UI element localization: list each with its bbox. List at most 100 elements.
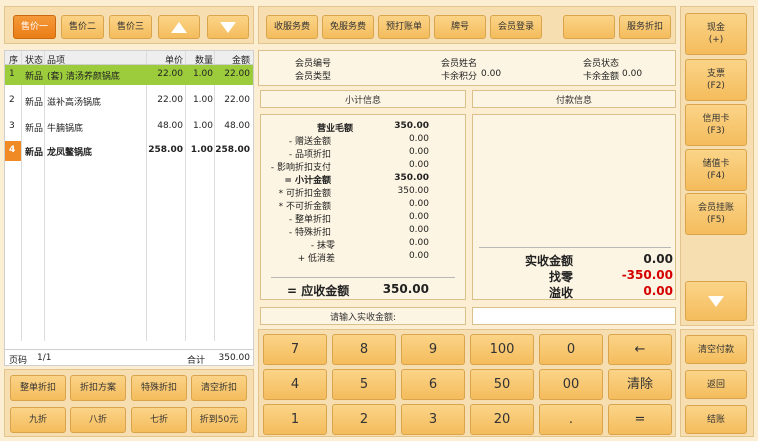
- page-label: 页码: [9, 356, 28, 366]
- change-value: -350.00: [621, 268, 673, 282]
- subtotal-row-label: - 抹零: [310, 241, 335, 251]
- member-id-label: 会员编号: [295, 59, 332, 69]
- subtotal-row-value: 350.00: [397, 186, 430, 196]
- key-6[interactable]: 6: [401, 369, 465, 400]
- order-table-footer: 页码 1/1 合计 350.00: [5, 349, 253, 366]
- waive-service-fee-button[interactable]: 免服务费: [322, 15, 374, 39]
- subtotal-row-value: 0.00: [408, 199, 429, 209]
- subtotal-row-value: 350.00: [394, 173, 429, 183]
- key-2[interactable]: 2: [332, 404, 396, 435]
- payment-scroll-down-button[interactable]: [685, 281, 747, 321]
- down-arrow-icon: [220, 21, 236, 33]
- discount-70-button[interactable]: 七折: [131, 407, 187, 433]
- special-discount-button[interactable]: 特殊折扣: [131, 375, 187, 401]
- preprint-bill-button[interactable]: 预打账单: [378, 15, 430, 39]
- checkout-button[interactable]: 结账: [685, 405, 747, 434]
- key-50[interactable]: 50: [470, 369, 534, 400]
- subtotal-row-label: - 整单折扣: [288, 215, 331, 225]
- discount-90-button[interactable]: 九折: [10, 407, 66, 433]
- subtotal-title: 小计信息: [260, 90, 466, 108]
- paid-amount-input[interactable]: [472, 307, 676, 325]
- total-label: 合计: [187, 356, 206, 366]
- member-credit-button[interactable]: 会员挂账 (F5): [685, 193, 747, 235]
- subtotal-row-value: 0.00: [408, 225, 429, 235]
- discount-80-button[interactable]: 八折: [70, 407, 126, 433]
- key-20[interactable]: 20: [470, 404, 534, 435]
- total-value: 350.00: [218, 353, 251, 363]
- divider: [479, 247, 671, 248]
- backspace-key[interactable]: ←: [608, 334, 672, 365]
- subtotal-row-value: 0.00: [408, 212, 429, 222]
- key-9[interactable]: 9: [401, 334, 465, 365]
- subtotal-row-value: 0.00: [408, 134, 429, 144]
- points-value: 0.00: [481, 69, 502, 79]
- overpay-value: 0.00: [643, 284, 673, 298]
- tag-number-button[interactable]: 牌号: [434, 15, 486, 39]
- table-row[interactable]: 1 新品 (套) 清汤养颜锅底 22.00 1.00 22.00: [5, 65, 253, 85]
- decimal-key[interactable]: .: [539, 404, 603, 435]
- table-row[interactable]: 4 新品 龙凤鳖锅底 258.00 1.00 258.00: [5, 141, 253, 161]
- key-8[interactable]: 8: [332, 334, 396, 365]
- points-label: 卡余积分: [441, 72, 478, 82]
- key-4[interactable]: 4: [263, 369, 327, 400]
- subtotal-row-label: - 品项折扣: [288, 150, 331, 160]
- subtotal-row-label: - 影响折扣支付: [270, 163, 331, 173]
- order-table: 序 状态 品项 单价 数量 金额 1 新品 (套) 清汤养颜锅底 22.00 1…: [4, 50, 254, 366]
- member-info-panel: 会员编号 会员类型 会员姓名 卡余积分 0.00 会员状态 卡余金额 0.00: [258, 50, 676, 86]
- page-number: 1/1: [37, 353, 52, 363]
- change-label: 找零: [548, 270, 573, 284]
- service-discount-button[interactable]: 服务折扣: [619, 15, 671, 39]
- whole-order-discount-button[interactable]: 整单折扣: [10, 375, 66, 401]
- paid-value: 0.00: [643, 252, 673, 266]
- subtotal-row-value: 0.00: [408, 147, 429, 157]
- blank-action-button[interactable]: [563, 15, 615, 39]
- subtotal-row-label: - 赠送金额: [288, 137, 331, 147]
- balance-value: 0.00: [622, 69, 643, 79]
- subtotal-row-label: * 可折扣金额: [278, 189, 331, 199]
- price-tab-2[interactable]: 售价二: [61, 15, 104, 39]
- equals-key[interactable]: =: [608, 404, 672, 435]
- member-status-label: 会员状态: [583, 59, 620, 69]
- cash-button[interactable]: 现金 (+): [685, 13, 747, 55]
- subtotal-row-label: * 不可折金额: [278, 202, 331, 212]
- overpay-label: 溢收: [548, 286, 573, 300]
- input-prompt: 请输入实收金额:: [260, 307, 466, 325]
- key-00[interactable]: 00: [539, 369, 603, 400]
- member-login-button[interactable]: 会员登录: [490, 15, 542, 39]
- clear-key[interactable]: 清除: [608, 369, 672, 400]
- up-arrow-icon: [171, 21, 187, 33]
- clear-payment-button[interactable]: 清空付款: [685, 335, 747, 364]
- add-service-fee-button[interactable]: 收服务费: [266, 15, 318, 39]
- key-100[interactable]: 100: [470, 334, 534, 365]
- price-tab-1[interactable]: 售价一: [13, 15, 56, 39]
- paid-label: 实收金额: [524, 254, 573, 268]
- table-row[interactable]: 2 新品 滋补高汤锅底 22.00 1.00 22.00: [5, 91, 253, 111]
- key-1[interactable]: 1: [263, 404, 327, 435]
- payment-panel: 实收金额 0.00 找零 -350.00 溢收 0.00: [472, 114, 676, 300]
- key-0[interactable]: 0: [539, 334, 603, 365]
- subtotal-row-label: + 低消差: [297, 254, 335, 264]
- scroll-down-button[interactable]: [207, 15, 249, 39]
- key-3[interactable]: 3: [401, 404, 465, 435]
- divider: [271, 277, 455, 278]
- back-button[interactable]: 返回: [685, 370, 747, 399]
- check-button[interactable]: 支票 (F2): [685, 59, 747, 101]
- scroll-up-button[interactable]: [158, 15, 200, 39]
- subtotal-row-value: 0.00: [408, 238, 429, 248]
- credit-card-button[interactable]: 信用卡 (F3): [685, 104, 747, 146]
- price-tab-3[interactable]: 售价三: [109, 15, 152, 39]
- subtotal-row-label: - 特殊折扣: [288, 228, 331, 238]
- key-5[interactable]: 5: [332, 369, 396, 400]
- key-7[interactable]: 7: [263, 334, 327, 365]
- table-row[interactable]: 3 新品 牛腩锅底 48.00 1.00 48.00: [5, 117, 253, 137]
- receivable-label: = 应收金额: [287, 284, 350, 298]
- receivable-value: 350.00: [382, 282, 429, 296]
- clear-discount-button[interactable]: 清空折扣: [191, 375, 247, 401]
- subtotal-row-label: = 小计金额: [284, 176, 331, 186]
- balance-label: 卡余金额: [583, 72, 620, 82]
- discount-to-50-button[interactable]: 折到50元: [191, 407, 247, 433]
- payment-title: 付款信息: [472, 90, 676, 108]
- stored-value-card-button[interactable]: 储值卡 (F4): [685, 149, 747, 191]
- discount-plan-button[interactable]: 折扣方案: [70, 375, 126, 401]
- down-arrow-icon: [708, 295, 724, 307]
